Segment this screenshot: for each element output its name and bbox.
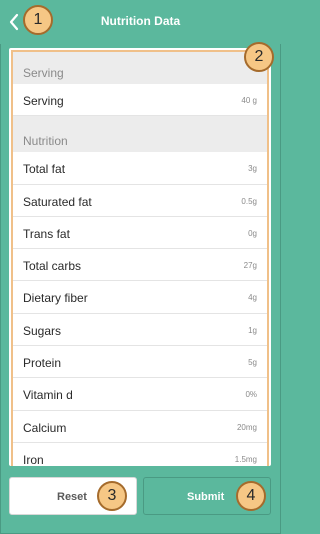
row-iron[interactable]: Iron 1.5mg (13, 442, 267, 466)
reset-button-label: Reset (57, 491, 87, 503)
row-value: 0% (245, 390, 257, 400)
row-value: 0.5g (241, 196, 257, 206)
row-value: 40 g (241, 96, 257, 105)
row-value: 1.5mg (234, 454, 257, 464)
row-saturated-fat[interactable]: Saturated fat 0.5g (13, 184, 267, 217)
row-value: 0g (248, 228, 257, 238)
row-label: Serving (23, 94, 64, 108)
row-value: 3g (248, 164, 257, 174)
annotation-badge-3: 3 (97, 481, 127, 511)
row-label: Dietary fiber (23, 291, 88, 306)
row-value: 1g (248, 325, 257, 335)
row-label: Total fat (23, 162, 66, 177)
row-label: Trans fat (23, 226, 70, 241)
submit-button-label: Submit (187, 491, 225, 503)
annotation-badge-4: 4 (236, 481, 266, 511)
row-trans-fat[interactable]: Trans fat 0g (13, 216, 267, 250)
row-value: 27g (243, 261, 257, 271)
nutrition-list[interactable]: Serving Serving 40 g Nutrition Total fat… (11, 50, 269, 466)
row-label: Iron (23, 452, 44, 466)
row-value: 20mg (236, 422, 257, 432)
row-total-carbs[interactable]: Total carbs 27g (13, 249, 267, 282)
row-label: Saturated fat (23, 194, 92, 209)
row-label: Total carbs (23, 259, 82, 274)
row-value: 4g (248, 293, 257, 303)
row-vitamin-d[interactable]: Vitamin d 0% (13, 378, 267, 411)
row-label: Sugars (23, 323, 62, 338)
row-serving[interactable]: Serving 40 g (13, 84, 267, 117)
annotation-badge-1: 1 (23, 5, 53, 35)
section-header-nutrition: Nutrition (13, 116, 267, 153)
row-calcium[interactable]: Calcium 20mg (13, 410, 267, 443)
row-sugars[interactable]: Sugars 1g (13, 313, 267, 347)
row-label: Calcium (23, 420, 67, 435)
row-dietary-fiber[interactable]: Dietary fiber 4g (13, 281, 267, 314)
annotation-badge-2: 2 (244, 42, 274, 72)
row-total-fat[interactable]: Total fat 3g (13, 152, 267, 185)
row-protein[interactable]: Protein 5g (13, 346, 267, 379)
section-header-serving: Serving (13, 52, 267, 84)
row-value: 5g (248, 358, 257, 368)
nutrition-panel: Serving Serving 40 g Nutrition Total fat… (9, 48, 271, 466)
row-label: Vitamin d (23, 388, 73, 403)
row-label: Protein (23, 356, 62, 371)
